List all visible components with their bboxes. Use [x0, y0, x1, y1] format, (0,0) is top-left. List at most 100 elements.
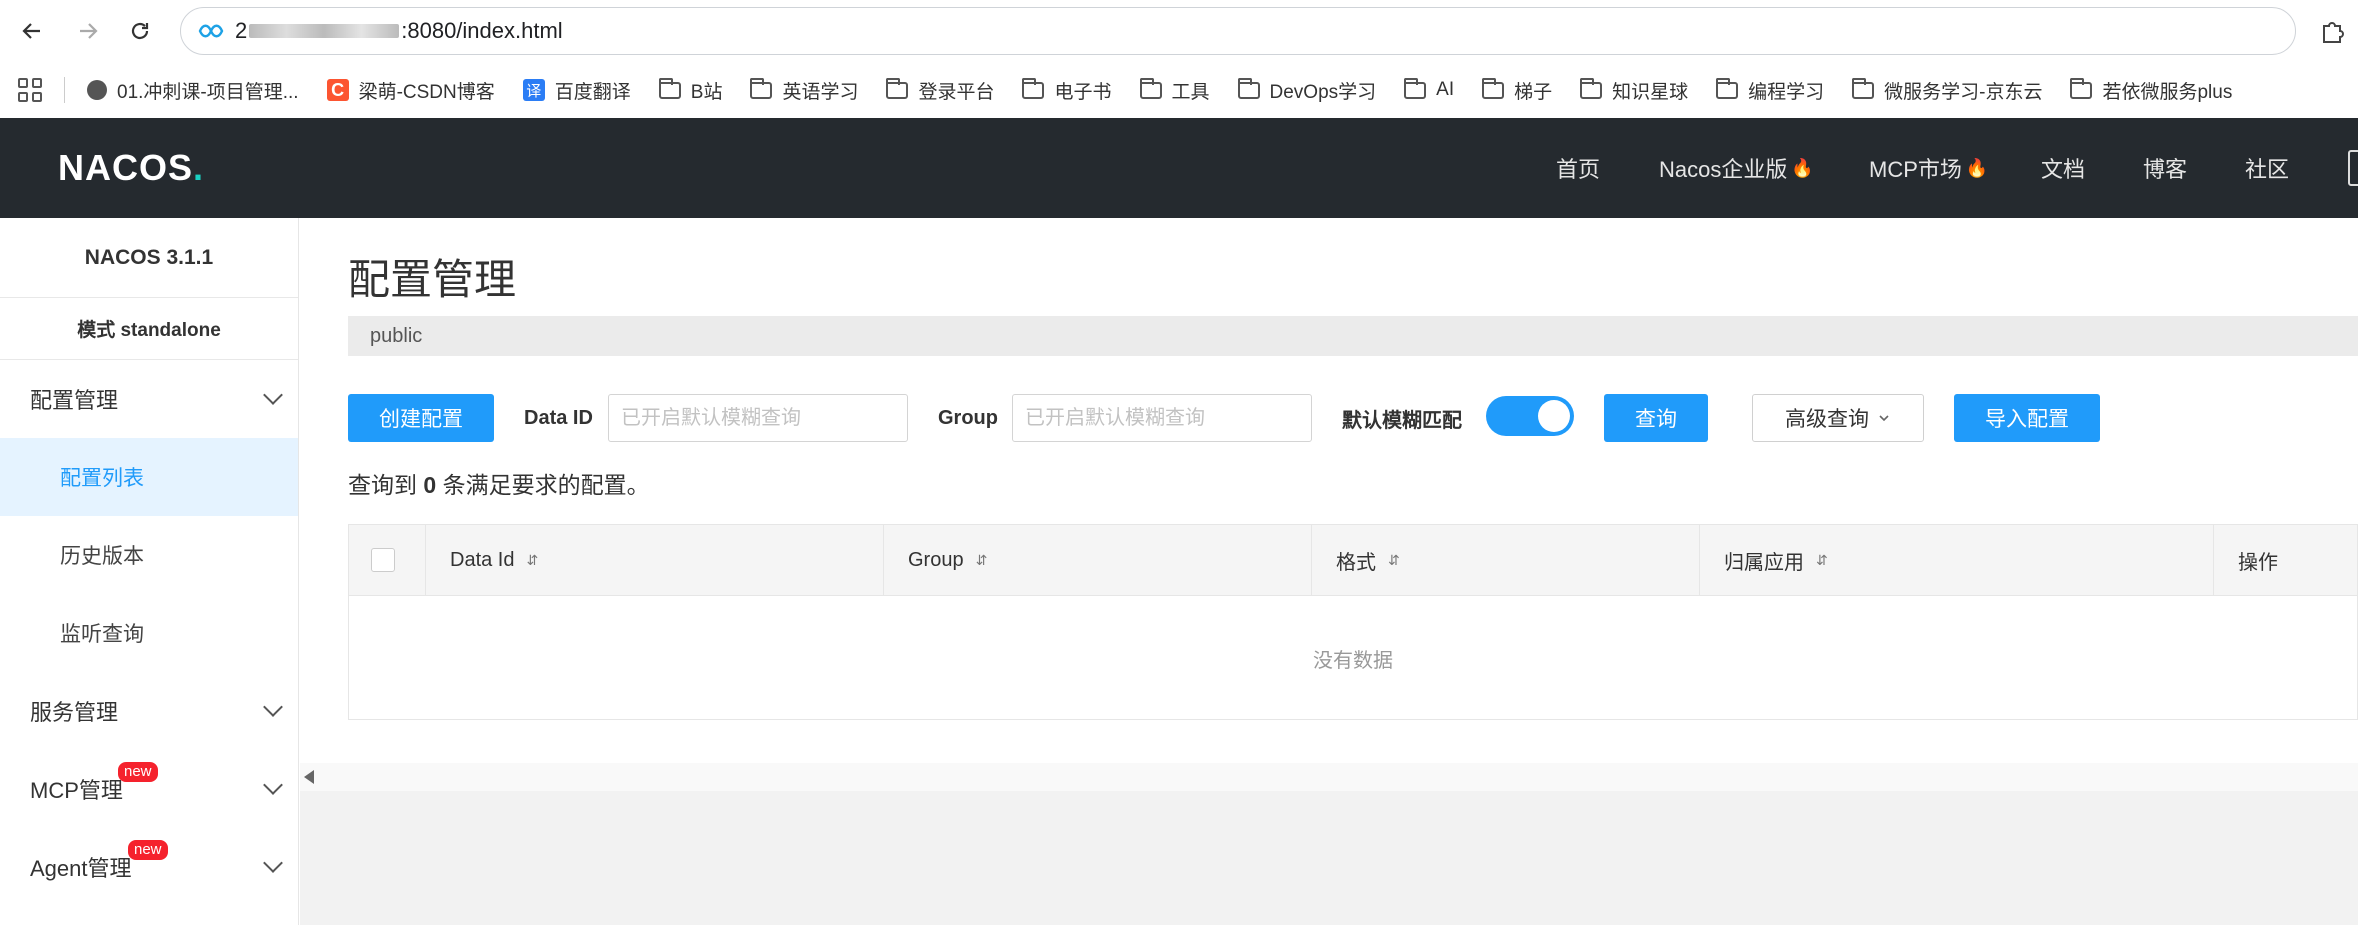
bookmark-folder[interactable]: 知识星球	[1580, 77, 1688, 104]
main-content: 配置管理 public 创建配置 Data ID Group 默认模糊匹配 查询…	[300, 218, 2358, 925]
sidebar: NACOS 3.1.1 模式 standalone 配置管理 配置列表 历史版本…	[0, 218, 299, 925]
bookmarks-bar: 01.冲刺课-项目管理... C 梁萌-CSDN博客 译百度翻译 B站 英语学习 …	[0, 62, 2358, 118]
bookmark-item[interactable]: 01.冲刺课-项目管理...	[87, 77, 299, 104]
chevron-down-icon	[1879, 415, 1889, 422]
folder-icon	[1139, 77, 1162, 99]
column-actions: 操作	[2213, 525, 2358, 596]
bookmark-folder[interactable]: 英语学习	[750, 77, 858, 104]
column-app[interactable]: 归属应用 ⇵	[1699, 525, 2213, 596]
site-info-icon[interactable]	[197, 18, 225, 44]
folder-icon	[1404, 77, 1427, 99]
redacted-host	[249, 24, 400, 38]
fire-icon: 🔥	[1965, 157, 1989, 178]
apps-grid-icon[interactable]	[18, 78, 42, 102]
data-id-label: Data ID	[524, 406, 593, 429]
result-summary: 查询到 0 条满足要求的配置。	[348, 472, 650, 498]
sidebar-item-history[interactable]: 历史版本	[0, 516, 298, 594]
bookmark-folder[interactable]: AI	[1404, 77, 1454, 101]
sidebar-item-config-list[interactable]: 配置列表	[0, 438, 298, 516]
folder-icon	[750, 77, 773, 99]
query-button[interactable]: 查询	[1604, 394, 1708, 442]
chevron-down-icon	[263, 385, 283, 405]
column-format[interactable]: 格式 ⇵	[1311, 525, 1699, 596]
sort-icon[interactable]: ⇵	[1388, 552, 1400, 569]
folder-icon	[1237, 77, 1260, 99]
arrow-right-icon	[80, 23, 98, 39]
address-bar[interactable]: 2 :8080/index.html	[180, 7, 2296, 55]
address-suffix: :8080/index.html	[401, 18, 563, 43]
bookmark-folder[interactable]: 工具	[1139, 77, 1210, 104]
folder-icon	[658, 77, 681, 99]
translate-icon: 译	[522, 79, 545, 101]
folder-icon	[1022, 77, 1045, 99]
back-button[interactable]	[16, 15, 48, 47]
nav-docs[interactable]: 文档	[2041, 152, 2085, 184]
forward-button[interactable]	[72, 15, 104, 47]
reload-button[interactable]	[124, 15, 156, 47]
group-input[interactable]	[1012, 394, 1312, 442]
create-config-button[interactable]: 创建配置	[348, 394, 494, 442]
data-id-input[interactable]	[608, 394, 908, 442]
empty-state: 没有数据	[1313, 649, 1393, 672]
bookmark-folder[interactable]: 登录平台	[886, 77, 994, 104]
arrow-left-icon	[22, 23, 40, 39]
scroll-left-icon[interactable]	[304, 770, 314, 784]
folder-icon	[1482, 77, 1505, 99]
import-config-button[interactable]: 导入配置	[1954, 394, 2100, 442]
mode-label: 模式 standalone	[0, 298, 298, 360]
bookmark-folder[interactable]: 电子书	[1022, 77, 1112, 104]
sort-icon[interactable]: ⇵	[1816, 552, 1828, 569]
bookmark-item[interactable]: C 梁萌-CSDN博客	[326, 77, 495, 104]
bookmark-folder[interactable]: 编程学习	[1716, 77, 1824, 104]
chevron-down-icon	[263, 853, 283, 873]
chevron-down-icon	[263, 775, 283, 795]
horizontal-scrollbar[interactable]	[300, 763, 2358, 791]
namespace-tab-public[interactable]: public	[370, 325, 422, 348]
sort-icon[interactable]: ⇵	[526, 552, 538, 569]
column-data-id[interactable]: Data Id ⇵	[425, 525, 883, 596]
select-all-checkbox[interactable]	[371, 548, 395, 572]
nav-community[interactable]: 社区	[2245, 152, 2289, 184]
group-label: Group	[938, 406, 998, 429]
sidebar-group-config[interactable]: 配置管理	[0, 360, 298, 438]
nav-mcp-market[interactable]: MCP市场 🔥	[1869, 152, 1988, 184]
sidebar-group-mcp[interactable]: MCP管理 new	[0, 750, 298, 828]
reload-icon	[131, 22, 149, 40]
bookmark-item[interactable]: 译百度翻译	[522, 77, 631, 104]
bookmark-folder[interactable]: 梯子	[1482, 77, 1552, 104]
query-toolbar: 创建配置 Data ID Group 默认模糊匹配 查询 高级查询 导入配置	[300, 394, 2358, 444]
nacos-logo[interactable]: NACOS.	[58, 146, 204, 190]
column-group[interactable]: Group ⇵	[883, 525, 1311, 596]
sort-icon[interactable]: ⇵	[976, 552, 988, 569]
nav-enterprise[interactable]: Nacos企业版 🔥	[1659, 152, 1814, 184]
extensions-icon[interactable]	[2318, 16, 2348, 46]
namespace-bar: public	[348, 316, 2358, 356]
folder-icon	[1580, 77, 1603, 99]
content-footer-area	[300, 791, 2358, 925]
chevron-down-icon	[263, 697, 283, 717]
bookmark-folder[interactable]: 若依微服务plus	[2070, 77, 2232, 104]
new-badge: new	[118, 762, 158, 782]
table-header: Data Id ⇵ Group ⇵ 格式 ⇵ 归属应用 ⇵ 操作	[349, 525, 2357, 596]
nav-blog[interactable]: 博客	[2143, 152, 2187, 184]
fuzzy-match-toggle[interactable]	[1486, 396, 1574, 436]
bookmarks-divider	[64, 77, 65, 103]
new-badge: new	[128, 840, 168, 860]
folder-icon	[1716, 77, 1739, 99]
sidebar-item-listener[interactable]: 监听查询	[0, 594, 298, 672]
result-count: 0	[423, 472, 437, 498]
folder-icon	[1852, 77, 1875, 99]
nav-home[interactable]: 首页	[1556, 152, 1600, 184]
sidebar-group-agent[interactable]: Agent管理 new	[0, 828, 298, 906]
fuzzy-match-label: 默认模糊匹配	[1342, 409, 1462, 432]
bookmark-folder[interactable]: 微服务学习-京东云	[1852, 77, 2042, 104]
advanced-query-button[interactable]: 高级查询	[1752, 394, 1924, 442]
bookmark-folder[interactable]: DevOps学习	[1237, 77, 1376, 104]
globe-icon	[87, 80, 107, 100]
fire-icon: 🔥	[1791, 157, 1814, 178]
csdn-icon: C	[326, 79, 349, 101]
bookmark-folder[interactable]: B站	[658, 77, 722, 104]
page-title: 配置管理	[348, 256, 517, 303]
language-switch-button[interactable]	[2348, 150, 2358, 186]
sidebar-group-service[interactable]: 服务管理	[0, 672, 298, 750]
